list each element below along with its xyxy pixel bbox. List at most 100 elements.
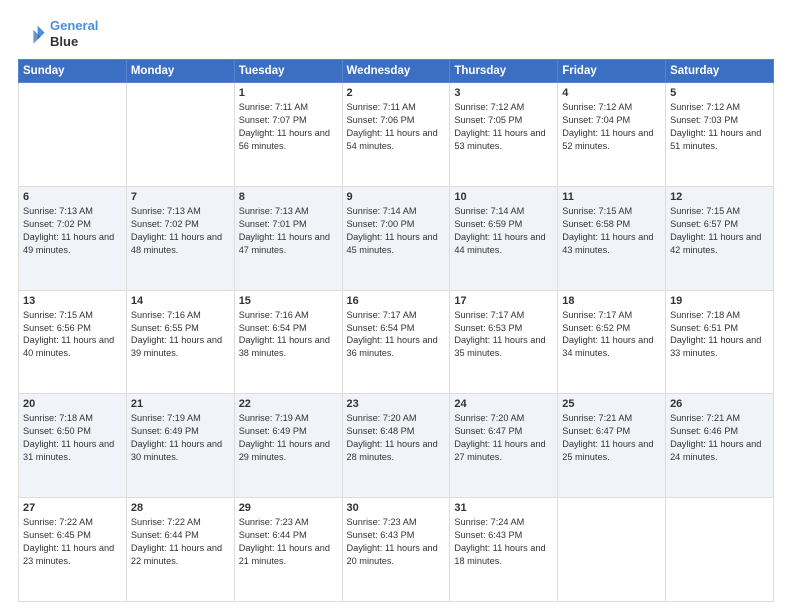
calendar-week-row: 27 Sunrise: 7:22 AM Sunset: 6:45 PM Dayli… xyxy=(19,498,774,602)
day-number: 4 xyxy=(562,87,661,99)
calendar-day-cell xyxy=(19,83,127,187)
day-info: Sunrise: 7:16 AM Sunset: 6:55 PM Dayligh… xyxy=(131,309,230,361)
day-info: Sunrise: 7:19 AM Sunset: 6:49 PM Dayligh… xyxy=(131,412,230,464)
calendar-day-cell: 31 Sunrise: 7:24 AM Sunset: 6:43 PM Dayli… xyxy=(450,498,558,602)
day-info: Sunrise: 7:11 AM Sunset: 7:07 PM Dayligh… xyxy=(239,101,338,153)
weekday-header-cell: Friday xyxy=(558,60,666,83)
day-info: Sunrise: 7:18 AM Sunset: 6:51 PM Dayligh… xyxy=(670,309,769,361)
day-number: 26 xyxy=(670,398,769,410)
calendar-day-cell: 24Sunrise: 7:20 AM Sunset: 6:47 PM Dayli… xyxy=(450,394,558,498)
day-number: 28 xyxy=(131,502,230,514)
calendar-week-row: 20 Sunrise: 7:18 AM Sunset: 6:50 PM Dayli… xyxy=(19,394,774,498)
day-number: 9 xyxy=(347,191,446,203)
weekday-header-cell: Thursday xyxy=(450,60,558,83)
day-info: Sunrise: 7:13 AM Sunset: 7:02 PM Dayligh… xyxy=(131,205,230,257)
day-number: 7 xyxy=(131,191,230,203)
day-info: Sunrise: 7:20 AM Sunset: 6:47 PM Dayligh… xyxy=(454,412,553,464)
day-number: 27 xyxy=(23,502,122,514)
day-number: 22 xyxy=(239,398,338,410)
day-info: Sunrise: 7:16 AM Sunset: 6:54 PM Dayligh… xyxy=(239,309,338,361)
day-info: Sunrise: 7:23 AM Sunset: 6:44 PM Dayligh… xyxy=(239,516,338,568)
calendar-day-cell: 12 Sunrise: 7:15 AM Sunset: 6:57 PM Dayli… xyxy=(666,186,774,290)
calendar-week-row: 6 Sunrise: 7:13 AM Sunset: 7:02 PM Daylig… xyxy=(19,186,774,290)
day-number: 6 xyxy=(23,191,122,203)
calendar-day-cell: 4 Sunrise: 7:12 AM Sunset: 7:04 PM Daylig… xyxy=(558,83,666,187)
calendar-day-cell: 30Sunrise: 7:23 AM Sunset: 6:43 PM Dayli… xyxy=(342,498,450,602)
calendar-day-cell xyxy=(558,498,666,602)
calendar-day-cell: 15Sunrise: 7:16 AM Sunset: 6:54 PM Dayli… xyxy=(234,290,342,394)
calendar-day-cell: 19Sunrise: 7:18 AM Sunset: 6:51 PM Dayli… xyxy=(666,290,774,394)
day-info: Sunrise: 7:18 AM Sunset: 6:50 PM Dayligh… xyxy=(23,412,122,464)
day-number: 2 xyxy=(347,87,446,99)
calendar-week-row: 13 Sunrise: 7:15 AM Sunset: 6:56 PM Dayli… xyxy=(19,290,774,394)
day-info: Sunrise: 7:13 AM Sunset: 7:01 PM Dayligh… xyxy=(239,205,338,257)
day-info: Sunrise: 7:19 AM Sunset: 6:49 PM Dayligh… xyxy=(239,412,338,464)
calendar-day-cell: 9 Sunrise: 7:14 AM Sunset: 7:00 PM Daylig… xyxy=(342,186,450,290)
day-info: Sunrise: 7:23 AM Sunset: 6:43 PM Dayligh… xyxy=(347,516,446,568)
page: General Blue SundayMondayTuesdayWednesda… xyxy=(0,0,792,612)
calendar-day-cell: 5 Sunrise: 7:12 AM Sunset: 7:03 PM Daylig… xyxy=(666,83,774,187)
calendar-day-cell: 21 Sunrise: 7:19 AM Sunset: 6:49 PM Dayli… xyxy=(126,394,234,498)
day-number: 25 xyxy=(562,398,661,410)
calendar-day-cell: 25 Sunrise: 7:21 AM Sunset: 6:47 PM Dayli… xyxy=(558,394,666,498)
calendar-day-cell: 22 Sunrise: 7:19 AM Sunset: 6:49 PM Dayli… xyxy=(234,394,342,498)
day-number: 3 xyxy=(454,87,553,99)
day-info: Sunrise: 7:22 AM Sunset: 6:45 PM Dayligh… xyxy=(23,516,122,568)
calendar: SundayMondayTuesdayWednesdayThursdayFrid… xyxy=(18,59,774,602)
calendar-body: 1Sunrise: 7:11 AM Sunset: 7:07 PM Daylig… xyxy=(19,83,774,602)
day-number: 13 xyxy=(23,295,122,307)
calendar-day-cell: 8 Sunrise: 7:13 AM Sunset: 7:01 PM Daylig… xyxy=(234,186,342,290)
calendar-day-cell: 16 Sunrise: 7:17 AM Sunset: 6:54 PM Dayli… xyxy=(342,290,450,394)
calendar-day-cell xyxy=(126,83,234,187)
calendar-day-cell: 14 Sunrise: 7:16 AM Sunset: 6:55 PM Dayli… xyxy=(126,290,234,394)
calendar-week-row: 1Sunrise: 7:11 AM Sunset: 7:07 PM Daylig… xyxy=(19,83,774,187)
day-info: Sunrise: 7:12 AM Sunset: 7:05 PM Dayligh… xyxy=(454,101,553,153)
day-info: Sunrise: 7:21 AM Sunset: 6:46 PM Dayligh… xyxy=(670,412,769,464)
calendar-day-cell: 27 Sunrise: 7:22 AM Sunset: 6:45 PM Dayli… xyxy=(19,498,127,602)
day-info: Sunrise: 7:15 AM Sunset: 6:56 PM Dayligh… xyxy=(23,309,122,361)
day-info: Sunrise: 7:14 AM Sunset: 6:59 PM Dayligh… xyxy=(454,205,553,257)
day-number: 31 xyxy=(454,502,553,514)
day-info: Sunrise: 7:11 AM Sunset: 7:06 PM Dayligh… xyxy=(347,101,446,153)
day-info: Sunrise: 7:17 AM Sunset: 6:54 PM Dayligh… xyxy=(347,309,446,361)
calendar-day-cell: 26 Sunrise: 7:21 AM Sunset: 6:46 PM Dayli… xyxy=(666,394,774,498)
day-number: 8 xyxy=(239,191,338,203)
day-info: Sunrise: 7:17 AM Sunset: 6:53 PM Dayligh… xyxy=(454,309,553,361)
day-number: 12 xyxy=(670,191,769,203)
weekday-header-cell: Tuesday xyxy=(234,60,342,83)
calendar-day-cell: 1Sunrise: 7:11 AM Sunset: 7:07 PM Daylig… xyxy=(234,83,342,187)
day-info: Sunrise: 7:21 AM Sunset: 6:47 PM Dayligh… xyxy=(562,412,661,464)
logo-text: General Blue xyxy=(50,18,98,49)
day-number: 11 xyxy=(562,191,661,203)
calendar-day-cell: 11 Sunrise: 7:15 AM Sunset: 6:58 PM Dayli… xyxy=(558,186,666,290)
day-info: Sunrise: 7:12 AM Sunset: 7:03 PM Dayligh… xyxy=(670,101,769,153)
calendar-day-cell: 20 Sunrise: 7:18 AM Sunset: 6:50 PM Dayli… xyxy=(19,394,127,498)
day-info: Sunrise: 7:13 AM Sunset: 7:02 PM Dayligh… xyxy=(23,205,122,257)
calendar-day-cell: 6 Sunrise: 7:13 AM Sunset: 7:02 PM Daylig… xyxy=(19,186,127,290)
day-info: Sunrise: 7:14 AM Sunset: 7:00 PM Dayligh… xyxy=(347,205,446,257)
calendar-day-cell xyxy=(666,498,774,602)
day-number: 29 xyxy=(239,502,338,514)
day-number: 14 xyxy=(131,295,230,307)
weekday-header-cell: Wednesday xyxy=(342,60,450,83)
calendar-day-cell: 29 Sunrise: 7:23 AM Sunset: 6:44 PM Dayli… xyxy=(234,498,342,602)
logo-icon xyxy=(18,20,46,48)
day-info: Sunrise: 7:15 AM Sunset: 6:58 PM Dayligh… xyxy=(562,205,661,257)
weekday-header-cell: Saturday xyxy=(666,60,774,83)
day-info: Sunrise: 7:24 AM Sunset: 6:43 PM Dayligh… xyxy=(454,516,553,568)
day-number: 20 xyxy=(23,398,122,410)
day-number: 23 xyxy=(347,398,446,410)
day-number: 21 xyxy=(131,398,230,410)
day-info: Sunrise: 7:20 AM Sunset: 6:48 PM Dayligh… xyxy=(347,412,446,464)
day-info: Sunrise: 7:22 AM Sunset: 6:44 PM Dayligh… xyxy=(131,516,230,568)
day-number: 17 xyxy=(454,295,553,307)
day-info: Sunrise: 7:12 AM Sunset: 7:04 PM Dayligh… xyxy=(562,101,661,153)
calendar-day-cell: 3 Sunrise: 7:12 AM Sunset: 7:05 PM Daylig… xyxy=(450,83,558,187)
day-number: 16 xyxy=(347,295,446,307)
weekday-header-cell: Sunday xyxy=(19,60,127,83)
calendar-day-cell: 13 Sunrise: 7:15 AM Sunset: 6:56 PM Dayli… xyxy=(19,290,127,394)
logo: General Blue xyxy=(18,18,98,49)
day-number: 5 xyxy=(670,87,769,99)
calendar-day-cell: 18Sunrise: 7:17 AM Sunset: 6:52 PM Dayli… xyxy=(558,290,666,394)
day-info: Sunrise: 7:15 AM Sunset: 6:57 PM Dayligh… xyxy=(670,205,769,257)
